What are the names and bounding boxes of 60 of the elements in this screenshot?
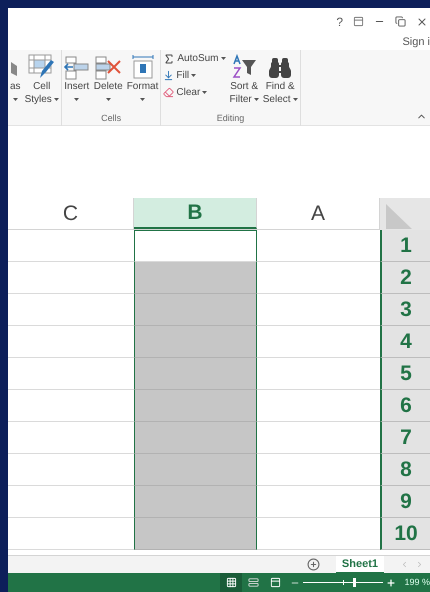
fill-down-icon xyxy=(163,70,174,81)
group-label: Cells xyxy=(101,112,122,126)
insert-cells-icon xyxy=(64,56,90,80)
ribbon-button[interactable]: AutoSum xyxy=(163,51,226,66)
select-all-corner[interactable] xyxy=(380,198,430,230)
ribbon-button[interactable]: Sort & Filter xyxy=(228,50,261,112)
ribbon-button[interactable]: as xyxy=(8,50,23,112)
row-header[interactable]: 5 xyxy=(380,358,430,390)
delete-cells-icon xyxy=(94,56,122,80)
ribbon-button[interactable]: Format xyxy=(124,50,160,112)
sheet-cell[interactable] xyxy=(134,422,257,454)
row-header[interactable]: 7 xyxy=(380,422,430,454)
ribbon-button[interactable]: Fill xyxy=(163,68,226,83)
row-header[interactable]: 8 xyxy=(380,454,430,486)
scroll-right-icon[interactable] xyxy=(415,560,424,569)
row-header[interactable]: 9 xyxy=(380,486,430,518)
close-icon[interactable] xyxy=(416,16,428,28)
row-header[interactable]: 4 xyxy=(380,326,430,358)
sort-filter-icon xyxy=(231,54,258,80)
add-sheet-icon[interactable] xyxy=(306,558,320,571)
ribbon-button[interactable]: Insert xyxy=(62,50,92,112)
restore-icon[interactable] xyxy=(395,16,406,27)
sheet-cell[interactable] xyxy=(134,486,257,518)
sigma-icon xyxy=(163,52,176,64)
cell-styles-icon xyxy=(28,54,56,80)
zoom-thumb[interactable] xyxy=(352,578,356,587)
ribbon-display-icon[interactable] xyxy=(353,16,364,27)
sheet-cell[interactable] xyxy=(134,262,257,294)
row-header[interactable]: 10 xyxy=(380,518,430,550)
sign-in-link[interactable]: Sign i xyxy=(402,34,430,51)
help-button[interactable]: ? xyxy=(336,12,343,30)
format-cells-icon xyxy=(130,54,155,80)
row-header[interactable]: 3 xyxy=(380,294,430,326)
row-header[interactable]: 6 xyxy=(380,390,430,422)
ribbon-button[interactable]: Clear xyxy=(163,85,226,100)
group-label: Editing xyxy=(216,112,244,126)
grid-icon xyxy=(226,577,237,588)
sheet-cell[interactable] xyxy=(134,326,257,358)
sheet-cell[interactable] xyxy=(134,390,257,422)
sheet-cell[interactable] xyxy=(134,454,257,486)
panel-icon xyxy=(270,577,281,588)
row-header[interactable]: 2 xyxy=(380,262,430,294)
zoom-in-icon[interactable] xyxy=(386,578,396,588)
ribbon-button[interactable]: Delete xyxy=(92,50,125,112)
ribbon-button[interactable]: Cell Styles xyxy=(22,50,61,112)
scroll-left-icon[interactable] xyxy=(400,560,409,569)
column-header[interactable]: B xyxy=(134,198,257,229)
sheet-tab[interactable]: Sheet1 xyxy=(336,556,384,574)
ribbon-button[interactable]: Find & Select xyxy=(260,50,300,112)
normal-view-button[interactable] xyxy=(220,573,242,592)
zoom-slider[interactable] xyxy=(303,578,384,587)
eraser-icon xyxy=(163,87,174,98)
zoom-reading: 199 % xyxy=(404,576,430,589)
sheet-cell[interactable] xyxy=(134,230,257,262)
sheet-cell[interactable] xyxy=(134,294,257,326)
sheet-cell[interactable] xyxy=(134,518,257,550)
sheet-cell[interactable] xyxy=(134,358,257,390)
page-icon xyxy=(248,577,259,588)
row-header[interactable]: 1 xyxy=(380,230,430,262)
binoculars-icon xyxy=(268,56,292,80)
